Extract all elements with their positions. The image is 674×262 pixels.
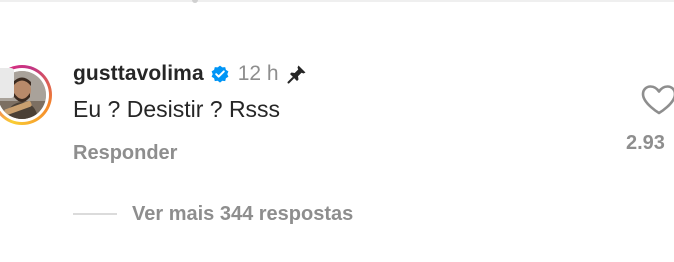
- pin-icon: [287, 64, 307, 84]
- avatar-edge: [0, 68, 14, 98]
- comment-header: gusttavolima 12 h: [73, 59, 307, 89]
- replies-divider-line: [73, 213, 117, 215]
- comment-text: Eu ? Desistir ? Rsss: [73, 96, 281, 122]
- heart-outline-icon: [641, 85, 674, 115]
- reply-button[interactable]: Responder: [73, 142, 177, 165]
- comment-section: gusttavolima 12 h Eu ? Desistir ? Rsss R…: [0, 0, 674, 262]
- username[interactable]: gusttavolima: [73, 62, 204, 86]
- verified-badge-icon: [210, 64, 230, 84]
- top-divider-notch: [192, 0, 198, 3]
- top-divider: [0, 0, 674, 2]
- view-replies-button[interactable]: Ver mais 344 respostas: [73, 200, 353, 228]
- view-replies-label: Ver mais 344 respostas: [132, 202, 354, 225]
- like-button[interactable]: [640, 84, 674, 116]
- comment-time: 12 h: [237, 62, 279, 85]
- like-count: 2.93: [626, 132, 665, 154]
